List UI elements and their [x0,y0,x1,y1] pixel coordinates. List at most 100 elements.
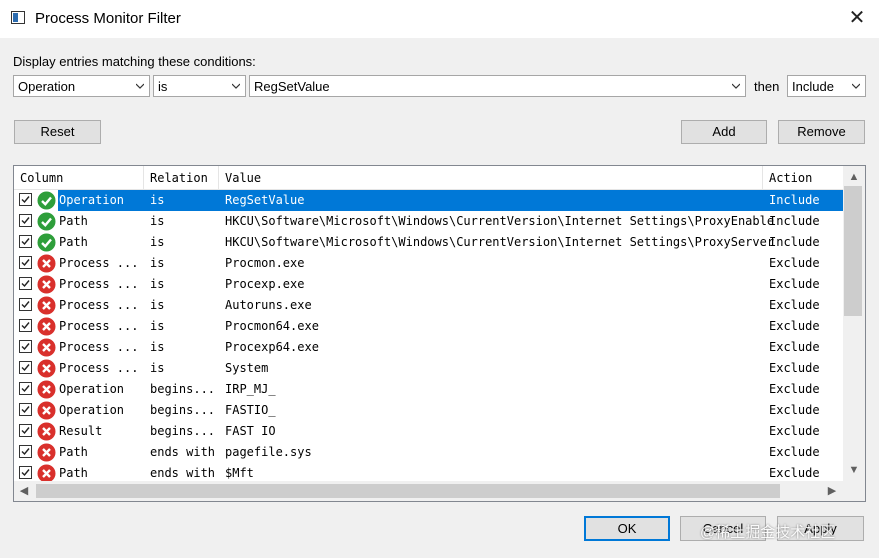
filter-row[interactable]: Process ... is Procexp64.exe Exclude [14,337,843,358]
scroll-right-icon[interactable]: ▶ [824,483,840,499]
scroll-left-icon[interactable]: ◀ [16,483,32,499]
cell-value: HKCU\Software\Microsoft\Windows\CurrentV… [225,235,775,249]
enabled-checkbox[interactable] [19,466,32,479]
relation-select-value: is [158,79,168,94]
enabled-checkbox[interactable] [19,298,32,311]
app-icon [11,11,25,24]
enabled-checkbox[interactable] [19,256,32,269]
column-select[interactable]: Operation [13,75,150,97]
cell-action: Exclude [769,298,820,312]
cell-action: Exclude [769,445,820,459]
exclude-x-icon [37,359,56,378]
cell-value: System [225,361,269,375]
exclude-x-icon [37,254,56,273]
cell-relation: is [150,319,165,333]
cell-column: Process ... [59,277,139,291]
enabled-checkbox[interactable] [19,214,32,227]
chevron-down-icon [136,82,144,90]
ok-button[interactable]: OK [584,516,670,541]
cell-action: Exclude [769,340,820,354]
cell-column: Process ... [59,361,139,375]
cell-column: Path [59,445,88,459]
cell-column: Process ... [59,340,139,354]
relation-select[interactable]: is [153,75,246,97]
chevron-down-icon [732,82,740,90]
cell-relation: begins... [150,382,216,396]
exclude-x-icon [37,401,56,420]
cell-column: Process ... [59,256,139,270]
cell-action: Include [769,214,820,228]
horizontal-scroll-thumb[interactable] [36,484,780,498]
value-combobox-text: RegSetValue [254,79,330,94]
enabled-checkbox[interactable] [19,235,32,248]
filter-row[interactable]: Operation begins... IRP_MJ_ Exclude [14,379,843,400]
action-select[interactable]: Include [787,75,866,97]
enabled-checkbox[interactable] [19,361,32,374]
watermark: @稀土掘金技术社区 [700,524,836,541]
remove-button[interactable]: Remove [778,120,865,144]
cell-column: Process ... [59,319,139,333]
enabled-checkbox[interactable] [19,403,32,416]
cell-column: Path [59,214,88,228]
filter-row[interactable]: Path ends with pagefile.sys Exclude [14,442,843,463]
include-check-icon [37,212,56,231]
cell-value: Procexp64.exe [225,340,319,354]
cell-action: Exclude [769,256,820,270]
list-header: Column Relation Value Action [14,166,843,190]
cell-action: Exclude [769,466,820,480]
scroll-down-icon[interactable]: ▼ [846,462,862,478]
cell-value: RegSetValue [225,193,305,207]
enabled-checkbox[interactable] [19,193,32,206]
cell-relation: is [150,277,165,291]
filter-list[interactable]: Column Relation Value Action Operation is… [13,165,866,502]
include-check-icon [37,191,56,210]
enabled-checkbox[interactable] [19,277,32,290]
cell-value: Procmon.exe [225,256,305,270]
cell-value: Procmon64.exe [225,319,319,333]
scroll-up-icon[interactable]: ▲ [846,169,862,185]
filter-row[interactable]: Process ... is Procmon64.exe Exclude [14,316,843,337]
cell-relation: begins... [150,424,216,438]
add-button[interactable]: Add [681,120,767,144]
filter-row[interactable]: Process ... is Autoruns.exe Exclude [14,295,843,316]
filter-row[interactable]: Process ... is Procmon.exe Exclude [14,253,843,274]
chevron-down-icon [852,82,860,90]
exclude-x-icon [37,317,56,336]
cell-relation: ends with [150,466,216,480]
value-combobox[interactable]: RegSetValue [249,75,746,97]
cell-action: Exclude [769,382,820,396]
enabled-checkbox[interactable] [19,340,32,353]
cell-value: FASTIO_ [225,403,276,417]
header-action[interactable]: Action [769,171,812,185]
cell-column: Path [59,235,88,249]
cell-action: Exclude [769,424,820,438]
close-icon[interactable]: ✕ [845,6,869,30]
enabled-checkbox[interactable] [19,319,32,332]
action-select-value: Include [792,79,834,94]
cell-relation: is [150,193,165,207]
header-value[interactable]: Value [225,171,261,185]
filter-row[interactable]: Path is HKCU\Software\Microsoft\Windows\Cu… [14,232,843,253]
exclude-x-icon [37,296,56,315]
cell-relation: is [150,298,165,312]
cell-column: Process ... [59,298,139,312]
enabled-checkbox[interactable] [19,382,32,395]
cell-value: pagefile.sys [225,445,312,459]
header-column[interactable]: Column [20,171,63,185]
reset-button[interactable]: Reset [14,120,101,144]
exclude-x-icon [37,275,56,294]
enabled-checkbox[interactable] [19,424,32,437]
filter-row[interactable]: Operation is RegSetValue Include [14,190,843,211]
enabled-checkbox[interactable] [19,445,32,458]
cell-column: Operation [59,403,125,417]
exclude-x-icon [37,338,56,357]
filter-row[interactable]: Process ... is System Exclude [14,358,843,379]
filter-row[interactable]: Operation begins... FASTIO_ Exclude [14,400,843,421]
cell-action: Exclude [769,277,820,291]
header-relation[interactable]: Relation [150,171,208,185]
filter-row[interactable]: Process ... is Procexp.exe Exclude [14,274,843,295]
include-check-icon [37,233,56,252]
filter-row[interactable]: Result begins... FAST IO Exclude [14,421,843,442]
filter-row[interactable]: Path is HKCU\Software\Microsoft\Windows\Cu… [14,211,843,232]
vertical-scroll-thumb[interactable] [844,186,862,316]
